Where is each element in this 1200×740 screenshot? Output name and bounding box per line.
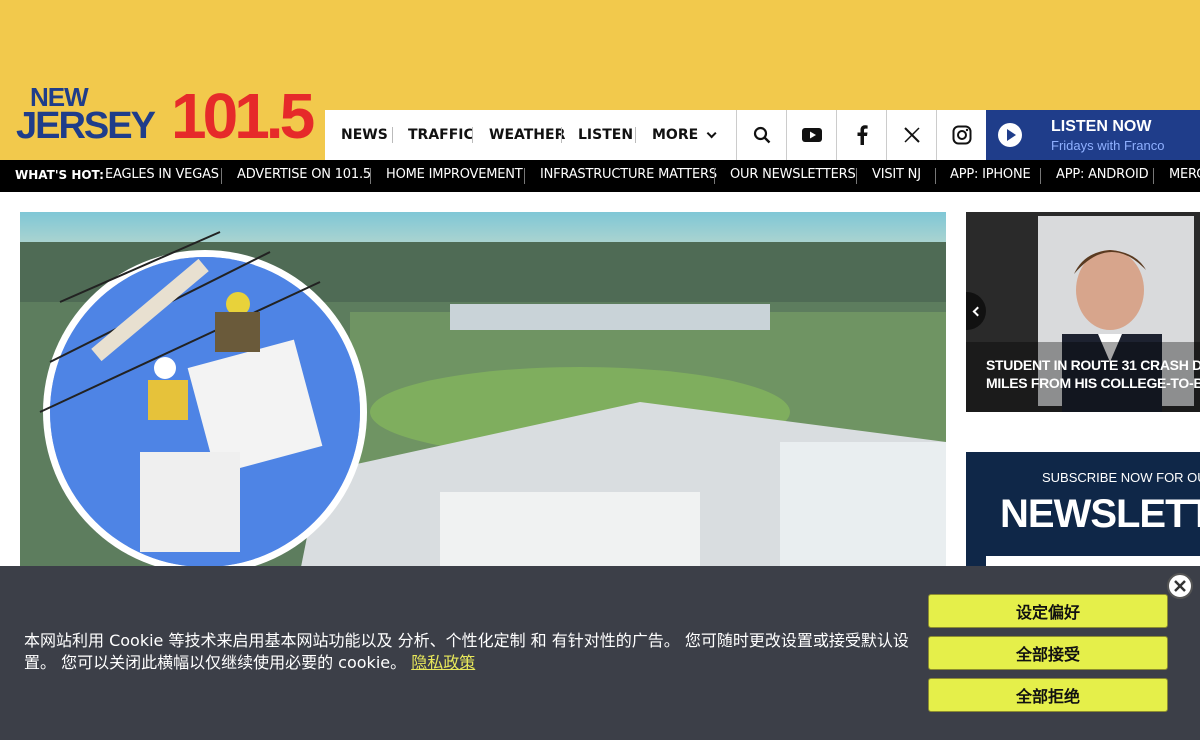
hot-divider <box>856 168 857 184</box>
whats-hot-bar: WHAT'S HOT: EAGLES IN VEGAS ADVERTISE ON… <box>0 160 1200 192</box>
cookie-message: 本网站利用 Cookie 等技术来启用基本网站功能以及 分析、个性化定制 和 有… <box>24 630 914 674</box>
side-story-card[interactable]: STUDENT IN ROUTE 31 CRASH DIED MILES FRO… <box>966 212 1200 412</box>
instagram-link[interactable] <box>936 110 986 160</box>
chevron-left-icon <box>972 306 983 316</box>
cookie-preferences-button[interactable]: 设定偏好 <box>928 594 1168 628</box>
cookie-accept-all-button[interactable]: 全部接受 <box>928 636 1168 670</box>
facebook-icon <box>857 125 868 145</box>
x-link[interactable] <box>886 110 936 160</box>
hot-link-app-android[interactable]: APP: ANDROID <box>1056 167 1149 182</box>
hot-link-home-improvement[interactable]: HOME IMPROVEMENT <box>386 167 523 182</box>
hot-divider <box>221 168 222 184</box>
logo-frequency: 101.5 <box>171 80 315 152</box>
newsletter-kicker: SUBSCRIBE NOW FOR OUR <box>1042 470 1200 485</box>
whats-hot-label: WHAT'S HOT: <box>15 168 104 182</box>
hot-divider <box>370 168 371 184</box>
nav-divider <box>472 127 473 143</box>
nav-weather[interactable]: WEATHER <box>489 110 565 160</box>
listen-show-name: Fridays with Franco <box>1051 138 1165 153</box>
chevron-down-icon <box>706 127 717 138</box>
hot-link-infrastructure[interactable]: INFRASTRUCTURE MATTERS <box>540 167 717 182</box>
hero-image[interactable] <box>20 212 946 572</box>
hot-divider <box>1153 168 1154 184</box>
headline-line-2: MILES FROM HIS COLLEGE-TO-BE <box>986 375 1200 391</box>
newsletter-title: NEWSLETTE <box>1000 492 1200 536</box>
hot-link-newsletters[interactable]: OUR NEWSLETTERS <box>730 167 856 182</box>
cookie-reject-all-button[interactable]: 全部拒绝 <box>928 678 1168 712</box>
hot-link-eagles[interactable]: EAGLES IN VEGAS <box>105 167 219 182</box>
hot-link-visit-nj[interactable]: VISIT NJ <box>872 167 921 182</box>
x-icon <box>903 127 920 143</box>
nav-more[interactable]: MORE <box>652 110 717 160</box>
hot-link-merch[interactable]: MERC <box>1169 167 1200 182</box>
nav-listen[interactable]: LISTEN <box>578 110 633 160</box>
hot-divider <box>714 168 715 184</box>
youtube-icon <box>801 128 822 142</box>
instagram-icon <box>952 125 971 145</box>
hot-divider <box>1040 168 1041 184</box>
headline-line-1: STUDENT IN ROUTE 31 CRASH DIED <box>986 357 1200 373</box>
listen-now-button[interactable]: LISTEN NOW Fridays with Franco <box>986 110 1200 160</box>
logo-jersey: JERSEY <box>16 105 156 147</box>
nav-divider <box>635 127 636 143</box>
search-button[interactable] <box>736 110 786 160</box>
nav-more-label: MORE <box>652 127 699 143</box>
search-icon <box>753 126 770 144</box>
nav-divider <box>392 127 393 143</box>
facebook-link[interactable] <box>836 110 886 160</box>
hero-photo <box>20 212 946 572</box>
nav-news[interactable]: NEWS <box>341 110 388 160</box>
hot-divider <box>935 168 936 184</box>
side-story-headline[interactable]: STUDENT IN ROUTE 31 CRASH DIED MILES FRO… <box>986 356 1200 392</box>
privacy-policy-link[interactable]: 隐私政策 <box>411 653 475 672</box>
close-icon <box>1174 580 1186 592</box>
play-icon <box>998 123 1022 147</box>
nav-divider <box>561 127 562 143</box>
youtube-link[interactable] <box>786 110 836 160</box>
cookie-close-button[interactable] <box>1167 573 1193 599</box>
newsletter-promo[interactable]: SUBSCRIBE NOW FOR OUR NEWSLETTE <box>966 452 1200 572</box>
listen-now-label: LISTEN NOW <box>1051 118 1152 135</box>
hot-divider <box>524 168 525 184</box>
nav-traffic[interactable]: TRAFFIC <box>408 110 474 160</box>
hot-link-advertise[interactable]: ADVERTISE ON 101.5 <box>237 167 371 182</box>
hot-link-app-iphone[interactable]: APP: IPHONE <box>950 167 1031 182</box>
site-logo[interactable]: NEW JERSEY 101.5 <box>16 84 316 150</box>
